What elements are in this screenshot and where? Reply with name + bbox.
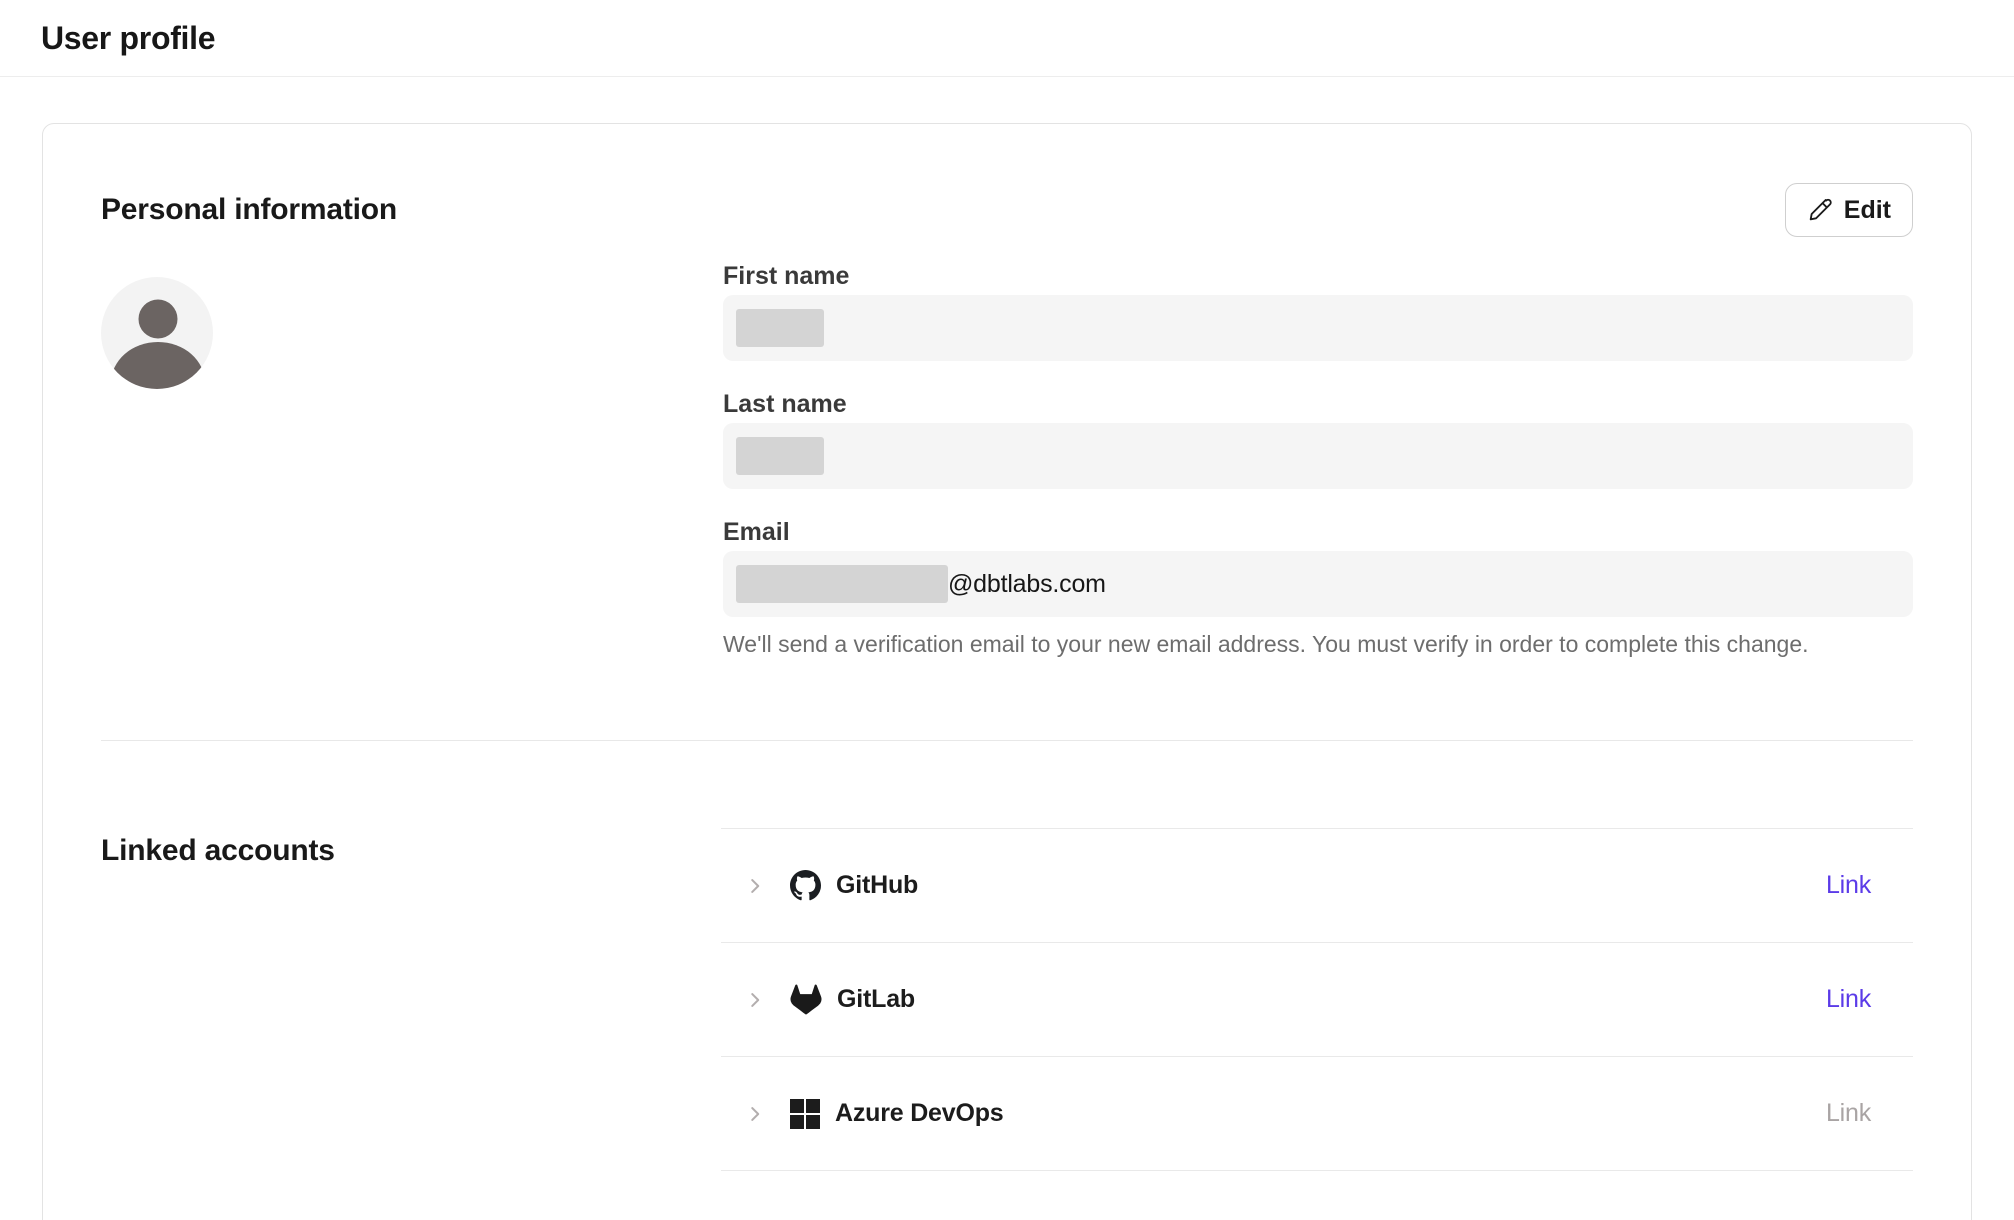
- edit-button[interactable]: Edit: [1785, 183, 1913, 237]
- personal-info-heading: Personal information: [101, 193, 397, 227]
- top-bar: User profile: [0, 0, 2014, 77]
- email-domain-text: @dbtlabs.com: [948, 570, 1106, 599]
- chevron-right-icon[interactable]: [744, 1103, 766, 1125]
- account-name: GitHub: [836, 871, 918, 900]
- linked-accounts-heading-column: Linked accounts: [101, 828, 721, 1171]
- avatar: [101, 277, 213, 389]
- gitlab-link-button[interactable]: Link: [1826, 985, 1871, 1014]
- redacted-value: [736, 565, 948, 603]
- email-input[interactable]: @dbtlabs.com: [723, 551, 1913, 617]
- personal-info-form: First name Last name Email @dbtlabs.com …: [723, 263, 1913, 657]
- github-icon: [790, 870, 821, 901]
- avatar-column: [101, 263, 723, 657]
- email-helper-text: We'll send a verification email to your …: [723, 631, 1913, 657]
- linked-accounts-section: Linked accounts GitHub Link: [101, 828, 1913, 1171]
- first-name-label: First name: [723, 263, 1913, 289]
- chevron-right-icon[interactable]: [744, 875, 766, 897]
- chevron-right-icon[interactable]: [744, 989, 766, 1011]
- settings-card: Personal information Edit First name: [42, 123, 1972, 1220]
- redacted-value: [736, 309, 824, 347]
- gitlab-icon: [790, 984, 822, 1015]
- person-silhouette-icon: [101, 277, 213, 389]
- linked-accounts-list: GitHub Link GitLab Link: [721, 828, 1913, 1171]
- account-name: Azure DevOps: [835, 1099, 1004, 1128]
- last-name-input[interactable]: [723, 423, 1913, 489]
- last-name-label: Last name: [723, 391, 1913, 417]
- personal-info-header: Personal information Edit: [101, 183, 1913, 237]
- email-label: Email: [723, 519, 1913, 545]
- last-name-field: Last name: [723, 391, 1913, 489]
- linked-accounts-heading: Linked accounts: [101, 834, 721, 868]
- redacted-value: [736, 437, 824, 475]
- linked-account-row-gitlab[interactable]: GitLab Link: [721, 943, 1913, 1057]
- first-name-field: First name: [723, 263, 1913, 361]
- email-field: Email @dbtlabs.com We'll send a verifica…: [723, 519, 1913, 657]
- account-name: GitLab: [837, 985, 915, 1014]
- linked-account-row-github[interactable]: GitHub Link: [721, 829, 1913, 943]
- edit-button-label: Edit: [1844, 196, 1891, 225]
- azure-devops-icon: [790, 1099, 820, 1129]
- first-name-input[interactable]: [723, 295, 1913, 361]
- page-title: User profile: [41, 20, 215, 57]
- linked-account-row-azure-devops[interactable]: Azure DevOps Link: [721, 1057, 1913, 1171]
- personal-info-body: First name Last name Email @dbtlabs.com …: [101, 263, 1913, 657]
- github-link-button[interactable]: Link: [1826, 871, 1871, 900]
- pencil-icon: [1807, 197, 1833, 223]
- azure-devops-link-button: Link: [1826, 1099, 1871, 1128]
- section-divider: [101, 740, 1913, 741]
